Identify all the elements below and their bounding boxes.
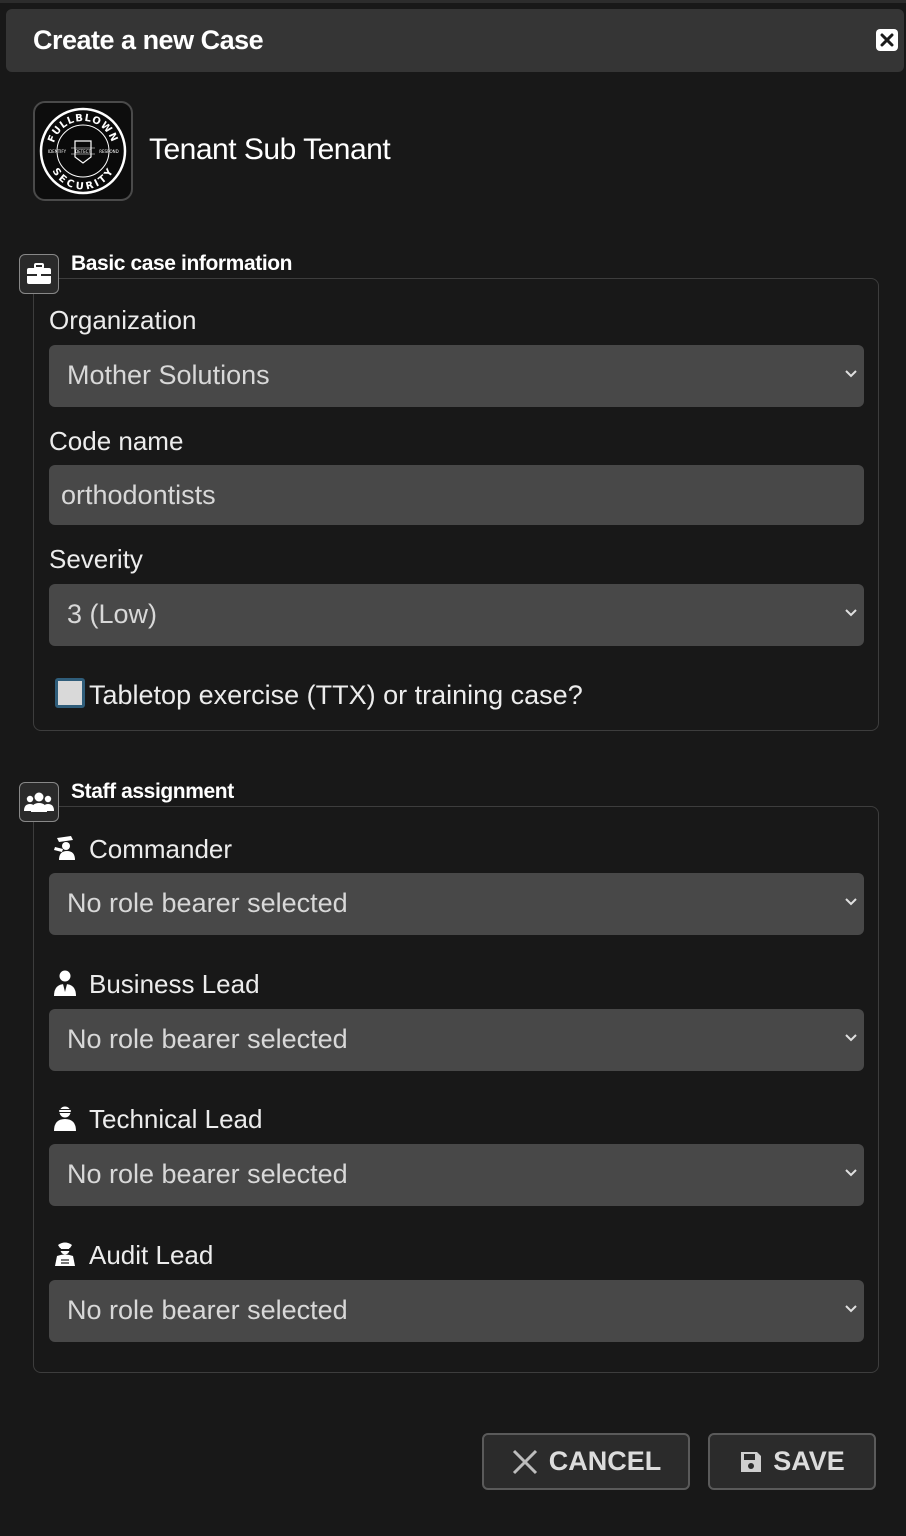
organization-select[interactable]: Mother Solutions [49, 345, 864, 407]
cancel-button-label: CANCEL [548, 1446, 662, 1476]
chevron-down-icon [845, 898, 857, 906]
business-lead-select[interactable]: No role bearer selected [49, 1009, 864, 1071]
commander-select[interactable]: No role bearer selected [49, 873, 864, 935]
ttx-checkbox[interactable] [55, 678, 85, 708]
tenant-name: Tenant Sub Tenant [149, 133, 391, 166]
staff-assignment-legend: Staff assignment [71, 780, 234, 803]
technical-lead-select[interactable]: No role bearer selected [49, 1144, 864, 1206]
users-icon [19, 782, 59, 822]
code-name-value: orthodontists [61, 480, 216, 510]
business-person-icon [54, 970, 76, 996]
chevron-down-icon [845, 1169, 857, 1177]
audit-lead-value: No role bearer selected [67, 1295, 348, 1325]
close-button[interactable] [876, 29, 898, 51]
chevron-down-icon [845, 1034, 857, 1042]
technical-lead-value: No role bearer selected [67, 1159, 348, 1189]
severity-label: Severity [49, 544, 143, 574]
commander-value: No role bearer selected [67, 888, 348, 918]
logo-middle-text: DETECT [75, 149, 91, 154]
basic-info-legend: Basic case information [71, 252, 293, 275]
save-button-label: SAVE [773, 1446, 845, 1476]
save-button[interactable]: SAVE [708, 1433, 876, 1490]
briefcase-icon [19, 254, 59, 294]
chevron-down-icon [845, 1305, 857, 1313]
severity-value: 3 (Low) [67, 599, 158, 629]
severity-select[interactable]: 3 (Low) [49, 584, 864, 646]
audit-lead-select[interactable]: No role bearer selected [49, 1280, 864, 1342]
code-name-label: Code name [49, 426, 184, 456]
cancel-button[interactable]: CANCEL [482, 1433, 690, 1490]
tenant-logo: FULLBLOWN SECURITY IDENTIFY DETECT RESPO… [33, 101, 133, 201]
commander-icon [54, 836, 75, 860]
commander-label: Commander [89, 834, 233, 864]
dialog-title: Create a new Case [33, 25, 264, 55]
technician-icon [54, 1106, 76, 1131]
dialog-titlebar: Create a new Case [6, 9, 904, 72]
organization-label: Organization [49, 305, 197, 335]
floppy-disk-icon [741, 1451, 762, 1472]
auditor-icon [55, 1242, 75, 1266]
x-icon [512, 1449, 537, 1474]
audit-lead-label: Audit Lead [89, 1240, 214, 1270]
chevron-down-icon [845, 609, 857, 617]
organization-value: Mother Solutions [67, 360, 270, 390]
business-lead-label: Business Lead [89, 969, 260, 999]
create-case-dialog: Create a new Case FULLBLOWN SECURITY IDE… [0, 0, 906, 1536]
ttx-label[interactable]: Tabletop exercise (TTX) or training case… [89, 680, 583, 711]
logo-right-text: RESPOND [99, 149, 118, 154]
technical-lead-label: Technical Lead [89, 1104, 263, 1134]
business-lead-value: No role bearer selected [67, 1024, 348, 1054]
chevron-down-icon [845, 370, 857, 378]
logo-left-text: IDENTIFY [48, 149, 67, 154]
code-name-input[interactable]: orthodontists [49, 465, 864, 525]
close-icon [880, 33, 894, 47]
